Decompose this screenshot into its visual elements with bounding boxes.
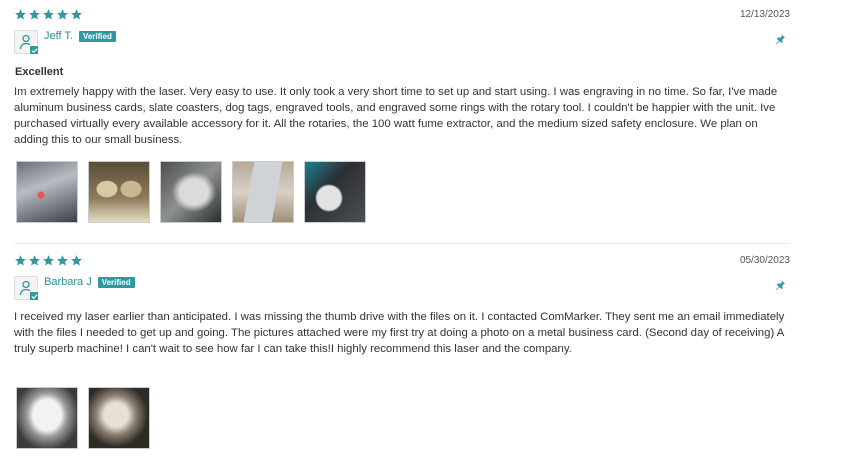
review-photo[interactable]	[304, 161, 366, 223]
review-photo[interactable]	[232, 161, 294, 223]
review-photos	[16, 387, 150, 449]
author-name[interactable]: Jeff T.	[44, 30, 73, 42]
review-body: Im extremely happy with the laser. Very …	[14, 86, 778, 147]
star-icon	[70, 8, 83, 21]
review-divider	[14, 243, 790, 244]
star-rating	[14, 8, 83, 24]
avatar	[14, 276, 39, 301]
star-icon	[70, 254, 83, 267]
star-icon	[14, 254, 27, 267]
star-rating	[14, 254, 83, 270]
review-title: Excellent	[15, 66, 64, 78]
star-icon	[14, 8, 27, 21]
star-icon	[42, 254, 55, 267]
review-date: 05/30/2023	[739, 255, 790, 266]
review-photo[interactable]	[16, 387, 78, 449]
pin-icon	[774, 33, 786, 45]
avatar	[14, 30, 39, 55]
verified-check-icon	[29, 291, 39, 301]
star-icon	[56, 254, 69, 267]
review-date: 12/13/2023	[739, 9, 790, 20]
review-photo[interactable]	[88, 387, 150, 449]
review-author: Barbara J Verified	[14, 276, 135, 301]
author-name[interactable]: Barbara J	[44, 276, 92, 288]
review-photo[interactable]	[160, 161, 222, 223]
star-icon	[28, 254, 41, 267]
verified-check-icon	[29, 45, 39, 55]
review-body: I received my laser earlier than anticip…	[14, 311, 785, 356]
pin-icon	[774, 279, 786, 291]
review-photo[interactable]	[88, 161, 150, 223]
verified-badge: Verified	[78, 30, 116, 42]
star-icon	[56, 8, 69, 21]
review-author: Jeff T. Verified	[14, 30, 116, 55]
review-photo[interactable]	[16, 161, 78, 223]
verified-badge: Verified	[97, 276, 135, 288]
star-icon	[28, 8, 41, 21]
star-icon	[42, 8, 55, 21]
review-photos	[16, 161, 366, 223]
